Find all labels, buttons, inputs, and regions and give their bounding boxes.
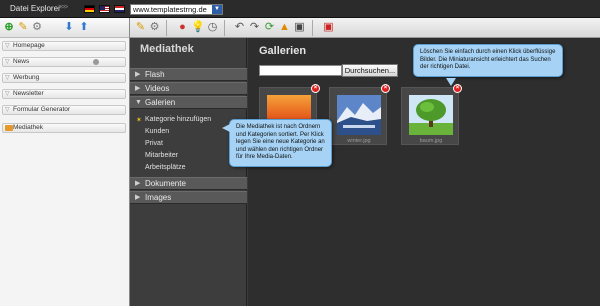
gallery-panel: Gallerien Durchsuchen... × winter.jpg × <box>248 38 600 306</box>
explorer-toolbar: ⊕ ✎ ⚙ ⬇ ⬆ <box>0 18 129 38</box>
tooltip-text: Die Mediathek ist nach Ordnern und Kateg… <box>236 124 325 160</box>
winter-image <box>337 95 381 135</box>
tree-item-newsletter[interactable]: ▽ Newsletter <box>2 89 126 99</box>
tree-item-mediathek[interactable]: Mediathek <box>2 123 126 133</box>
pin-icon[interactable]: ● <box>176 21 189 34</box>
category-label: Flash <box>145 70 165 79</box>
arrow-down-icon[interactable]: ⬇ <box>63 21 75 33</box>
tree-image <box>409 95 453 135</box>
site-select-value: www.templatestrng.de <box>133 5 207 14</box>
gallery-item-mitarbeiter[interactable]: Mitarbeiter <box>145 152 178 159</box>
folder-icon <box>5 125 13 131</box>
delete-icon[interactable]: ▣ <box>322 21 335 34</box>
category-label: Images <box>145 193 172 202</box>
title-arrows: >>> <box>58 4 68 11</box>
toolbar-divider <box>166 20 167 36</box>
category-dokumente[interactable]: ▶ Dokumente <box>130 177 247 190</box>
gallery-title: Gallerien <box>259 45 307 57</box>
category-label: Galerien <box>145 98 176 107</box>
tree-item-label: Homepage <box>13 42 45 49</box>
gallery-item-arbeitsplaetze[interactable]: Arbeitsplätze <box>145 164 185 171</box>
category-label: Dokumente <box>145 179 186 188</box>
pencil-icon[interactable]: ✎ <box>17 21 29 33</box>
category-hint-tooltip: Die Mediathek ist nach Ordnern und Kateg… <box>229 119 332 167</box>
image-filename: baum.jpg <box>419 138 443 144</box>
mediathek-sidebar: Mediathek ▶ Flash ▶ Videos ▼ Galerien ✶ … <box>130 38 247 306</box>
category-galerien[interactable]: ▼ Galerien <box>130 96 247 109</box>
delete-icon[interactable]: × <box>311 84 320 93</box>
tree-item-homepage[interactable]: ▽ Homepage <box>2 41 126 51</box>
tooltip-pointer <box>446 78 456 86</box>
chevron-right-icon: ▶ <box>135 71 141 78</box>
tree-item-label: Mediathek <box>13 124 43 131</box>
category-videos[interactable]: ▶ Videos <box>130 82 247 95</box>
tree-item-label: Newsletter <box>13 90 44 97</box>
top-bar: Datei Explorer >>> www.templatestrng.de … <box>0 0 600 18</box>
category-flash[interactable]: ▶ Flash <box>130 68 247 81</box>
category-images[interactable]: ▶ Images <box>130 191 247 204</box>
mediathek-title: Mediathek <box>140 43 194 55</box>
image-thumbnail[interactable]: baum.jpg × <box>401 84 462 145</box>
browse-button[interactable]: Durchsuchen... <box>342 64 398 77</box>
arrow-up-icon[interactable]: ⬆ <box>78 21 90 33</box>
app-title: Datei Explorer <box>10 4 61 13</box>
site-select[interactable]: www.templatestrng.de ▼ <box>130 4 223 15</box>
refresh-icon[interactable]: ⟳ <box>263 21 276 34</box>
warning-icon[interactable]: ▲ <box>278 21 291 34</box>
printer-icon[interactable]: ▣ <box>293 21 306 34</box>
german-flag-icon[interactable] <box>84 5 95 13</box>
tree-item-werbung[interactable]: ▽ Werbung <box>2 73 126 83</box>
chevron-down-icon: ▽ <box>5 75 10 81</box>
toolbar-divider <box>312 20 313 36</box>
chevron-down-icon: ▽ <box>5 107 10 113</box>
chevron-down-icon: ▽ <box>5 91 10 97</box>
clock-icon[interactable]: ◷ <box>206 21 219 34</box>
search-input[interactable] <box>259 65 342 76</box>
tooltip-text: Löschen Sie einfach durch einen Klick üb… <box>420 49 556 70</box>
toolbar-divider <box>224 20 225 36</box>
tree-item-news[interactable]: ▽ News <box>2 57 126 67</box>
pencil-icon[interactable]: ✎ <box>134 21 147 34</box>
tooltip-pointer <box>222 124 230 132</box>
delete-hint-tooltip: Löschen Sie einfach durch einen Klick üb… <box>413 44 563 77</box>
chevron-down-icon: ▽ <box>5 43 10 49</box>
file-explorer-panel: ⊕ ✎ ⚙ ⬇ ⬆ ▽ Homepage ▽ News ▽ Werbung ▽ … <box>0 18 130 306</box>
chevron-down-icon: ▽ <box>5 59 10 65</box>
main-toolbar: ✎ ⚙ ● 💡 ◷ ↶ ↷ ⟳ ▲ ▣ ▣ <box>130 18 600 38</box>
chevron-right-icon: ▶ <box>135 180 141 187</box>
gallery-item-kunden[interactable]: Kunden <box>145 128 169 135</box>
chevron-right-icon: ▶ <box>135 194 141 201</box>
tree-item-label: Formular Generator <box>13 106 71 113</box>
lightbulb-icon[interactable]: 💡 <box>191 21 205 34</box>
chevron-right-icon: ▶ <box>135 85 141 92</box>
dutch-flag-icon[interactable] <box>114 5 125 13</box>
undo-icon[interactable]: ↶ <box>233 21 246 34</box>
add-category-link[interactable]: Kategorie hinzufügen <box>145 116 211 123</box>
star-icon: ✶ <box>136 117 142 124</box>
gallery-item-privat[interactable]: Privat <box>145 140 163 147</box>
tree-item-formular-generator[interactable]: ▽ Formular Generator <box>2 105 126 115</box>
image-thumbnail[interactable]: winter.jpg × <box>329 84 390 145</box>
gear-icon[interactable]: ⚙ <box>31 21 43 33</box>
status-dot-icon <box>93 59 99 65</box>
chevron-down-icon: ▼ <box>135 99 142 106</box>
chevron-down-icon[interactable]: ▼ <box>212 5 222 14</box>
add-icon[interactable]: ⊕ <box>3 21 15 33</box>
category-label: Videos <box>145 84 170 93</box>
us-flag-icon[interactable] <box>99 5 110 13</box>
gear-icon[interactable]: ⚙ <box>148 21 161 34</box>
image-filename: winter.jpg <box>347 138 371 144</box>
tree-item-label: News <box>13 58 30 65</box>
redo-icon[interactable]: ↷ <box>248 21 261 34</box>
delete-icon[interactable]: × <box>381 84 390 93</box>
tree-item-label: Werbung <box>13 74 40 81</box>
